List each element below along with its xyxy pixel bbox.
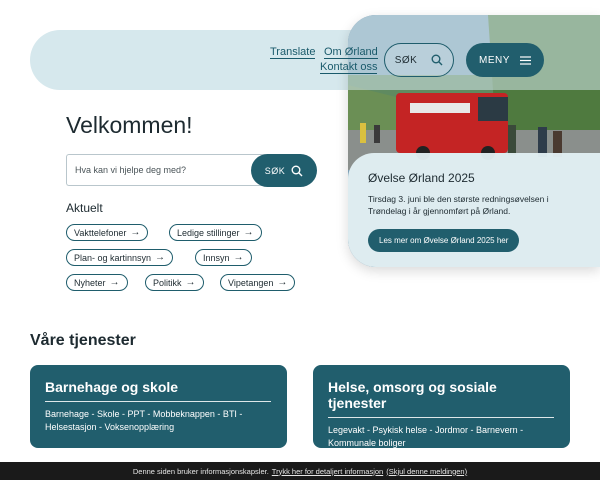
service-card-links[interactable]: Legevakt - Psykisk helse - Jordmor - Bar… — [328, 424, 555, 450]
translate-link[interactable]: Translate — [270, 46, 316, 59]
menu-button[interactable]: MENY — [466, 43, 544, 77]
chip-label: Ledige stillinger — [177, 227, 240, 238]
arrow-right-icon: → — [109, 276, 120, 288]
arrow-right-icon: → — [155, 251, 166, 263]
header-search-button[interactable]: SØK — [384, 43, 454, 77]
chip-politikk[interactable]: Politikk → — [145, 274, 204, 291]
cookie-banner: Denne siden bruker informasjonskapsler. … — [0, 462, 600, 480]
chip-label: Vakttelefoner — [74, 227, 127, 238]
about-link[interactable]: Om Ørland — [324, 46, 378, 59]
chip-label: Vipetangen — [228, 277, 274, 288]
arrow-right-icon: → — [277, 276, 288, 288]
search-icon — [431, 54, 443, 66]
search-input[interactable] — [66, 154, 271, 186]
chip-innsyn[interactable]: Innsyn → — [195, 249, 252, 266]
chip-vakttelefoner[interactable]: Vakttelefoner → — [66, 224, 149, 241]
page-title: Velkommen! — [66, 112, 193, 138]
search-button[interactable]: SØK — [251, 154, 317, 187]
aktuelt-heading: Aktuelt — [66, 201, 103, 215]
chip-label: Politikk — [153, 277, 182, 288]
chip-nyheter[interactable]: Nyheter → — [66, 274, 128, 291]
hero-text: Tirsdag 3. juni ble den største rednings… — [368, 194, 549, 216]
service-card-title: Helse, omsorg og sosiale tjenester — [328, 379, 554, 418]
chip-label: Innsyn — [203, 252, 230, 263]
chip-vipetangen[interactable]: Vipetangen → — [220, 274, 296, 291]
search-icon — [291, 165, 303, 176]
service-card-title: Barnehage og skole — [45, 379, 271, 402]
cookie-text: Denne siden bruker informasjonskapsler. — [132, 466, 269, 476]
header-search-label: SØK — [394, 54, 418, 66]
chip-ledige-stillinger[interactable]: Ledige stillinger → — [169, 224, 262, 241]
search-button-label: SØK — [264, 165, 286, 176]
search-bar: SØK — [66, 154, 317, 187]
contact-link[interactable]: Kontakt oss — [320, 61, 378, 74]
cookie-details-link[interactable]: Trykk her for detaljert informasjon — [272, 467, 383, 476]
arrow-right-icon: → — [130, 226, 141, 238]
arrow-right-icon: → — [185, 276, 196, 288]
arrow-right-icon: → — [243, 226, 254, 238]
hero-title: Øvelse Ørland 2025 — [368, 171, 475, 185]
service-card-links[interactable]: Barnehage - Skole - PPT - Mobbeknappen -… — [45, 408, 272, 434]
hamburger-icon — [519, 55, 531, 65]
hero-read-more-button[interactable]: Les mer om Øvelse Ørland 2025 her — [368, 229, 520, 252]
service-card-helse-omsorg[interactable]: Helse, omsorg og sosiale tjenester Legev… — [313, 365, 570, 448]
chip-label: Nyheter — [74, 277, 106, 288]
chip-plan-og-kartinnsyn[interactable]: Plan- og kartinnsyn → — [66, 249, 174, 266]
hero-info-panel: Øvelse Ørland 2025 Tirsdag 3. juni ble d… — [348, 153, 600, 267]
menu-label: MENY — [479, 54, 510, 66]
chip-label: Plan- og kartinnsyn — [74, 252, 152, 263]
service-card-barnehage-skole[interactable]: Barnehage og skole Barnehage - Skole - P… — [30, 365, 287, 448]
cookie-hide-link[interactable]: (Skjul denne meldingen) — [386, 467, 467, 476]
services-heading: Våre tjenester — [30, 332, 136, 349]
arrow-right-icon: → — [233, 251, 244, 263]
